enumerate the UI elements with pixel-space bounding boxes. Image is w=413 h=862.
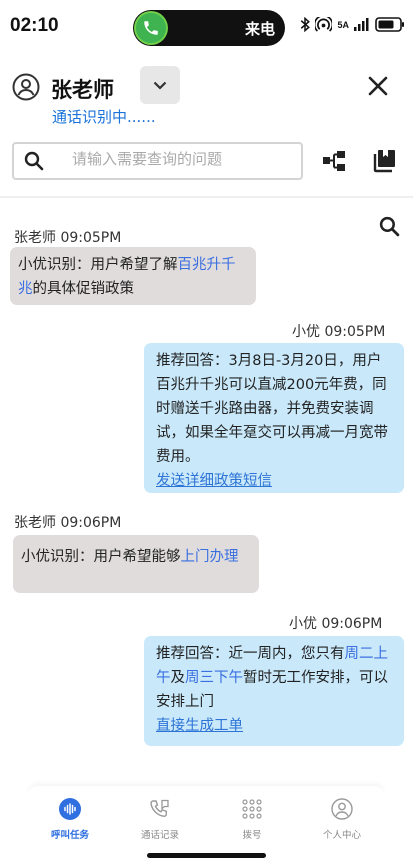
dialpad-icon — [241, 796, 263, 822]
phone-icon — [136, 13, 166, 43]
message-sender: 小优 09:06PM — [289, 616, 383, 632]
message-sender: 小优 09:05PM — [292, 324, 386, 340]
bottom-nav: 呼叫任务 通话记录 拨号 个人中心 — [0, 786, 413, 862]
suggested-reply-bubble: 推荐回答：3月8日-3月20日，用户百兆升千兆可以直减200元年费，同时赠送千兆… — [144, 343, 404, 493]
message-sender: 张老师 09:05PM — [14, 230, 122, 246]
header-divider — [0, 196, 413, 198]
nav-call-tasks[interactable]: 呼叫任务 — [30, 796, 110, 841]
nav-profile[interactable]: 个人中心 — [302, 796, 382, 841]
nav-label: 呼叫任务 — [50, 830, 89, 841]
keyword-highlight[interactable]: 上门办理 — [181, 549, 239, 565]
knowledge-book-icon[interactable] — [373, 149, 396, 173]
bluetooth-icon — [301, 17, 311, 32]
send-policy-sms-link[interactable]: 发送详细政策短信 — [156, 469, 394, 493]
time-slot-highlight[interactable]: 周三下午 — [185, 670, 243, 686]
user-message-bubble: 小优识别：用户希望了解百兆升千兆的具体促销政策 — [10, 247, 256, 305]
recognition-status: 通话识别中...... — [52, 108, 156, 126]
chevron-down-icon — [153, 81, 167, 90]
call-header: 张老师 通话识别中...... — [0, 56, 413, 128]
close-icon[interactable] — [365, 73, 391, 99]
nav-label: 拨号 — [242, 830, 262, 841]
voice-wave-icon — [59, 796, 81, 822]
search-input[interactable] — [72, 150, 292, 168]
phone-log-icon — [148, 796, 172, 822]
search-icon — [24, 151, 44, 171]
caller-dropdown-button[interactable] — [140, 66, 180, 104]
message-sender: 张老师 09:06PM — [14, 515, 122, 531]
nav-label: 通话记录 — [140, 830, 179, 841]
message-text: 及 — [170, 670, 186, 686]
message-text: 小优识别：用户希望了解 — [18, 257, 178, 273]
user-message-bubble: 小优识别：用户希望能够上门办理 — [13, 535, 259, 593]
incoming-call-pill[interactable]: 来电 — [133, 10, 285, 46]
org-tree-icon[interactable] — [322, 150, 346, 172]
nav-dialpad[interactable]: 拨号 — [212, 796, 292, 841]
hotspot-icon — [315, 17, 333, 32]
clock: 02:10 — [10, 15, 59, 36]
signal-icon — [354, 18, 369, 31]
message-text: 的具体促销政策 — [32, 281, 135, 297]
caller-name: 张老师 — [51, 78, 114, 102]
user-icon — [331, 796, 353, 822]
search-box[interactable] — [12, 142, 303, 180]
home-indicator[interactable] — [147, 853, 266, 858]
message-text: 推荐回答：3月8日-3月20日，用户百兆升千兆可以直减200元年费，同时赠送千兆… — [156, 353, 388, 465]
person-circle-icon — [12, 73, 40, 101]
suggested-reply-bubble: 推荐回答：近一周内，您只有周二上午及周三下午暂时无工作安排，可以安排上门 直接生成… — [144, 636, 404, 746]
network-type: 5A — [337, 19, 349, 30]
call-label: 来电 — [244, 20, 275, 38]
status-icons: 5A — [300, 17, 405, 32]
chat-search-icon[interactable] — [379, 216, 400, 237]
nav-label: 个人中心 — [322, 830, 361, 841]
create-work-order-link[interactable]: 直接生成工单 — [156, 714, 394, 738]
nav-call-history[interactable]: 通话记录 — [120, 796, 200, 841]
message-text: 小优识别：用户希望能够 — [21, 549, 181, 565]
message-text: 推荐回答：近一周内，您只有 — [156, 646, 345, 662]
battery-icon — [375, 17, 404, 32]
status-bar: 02:10 来电 5A — [0, 0, 413, 56]
